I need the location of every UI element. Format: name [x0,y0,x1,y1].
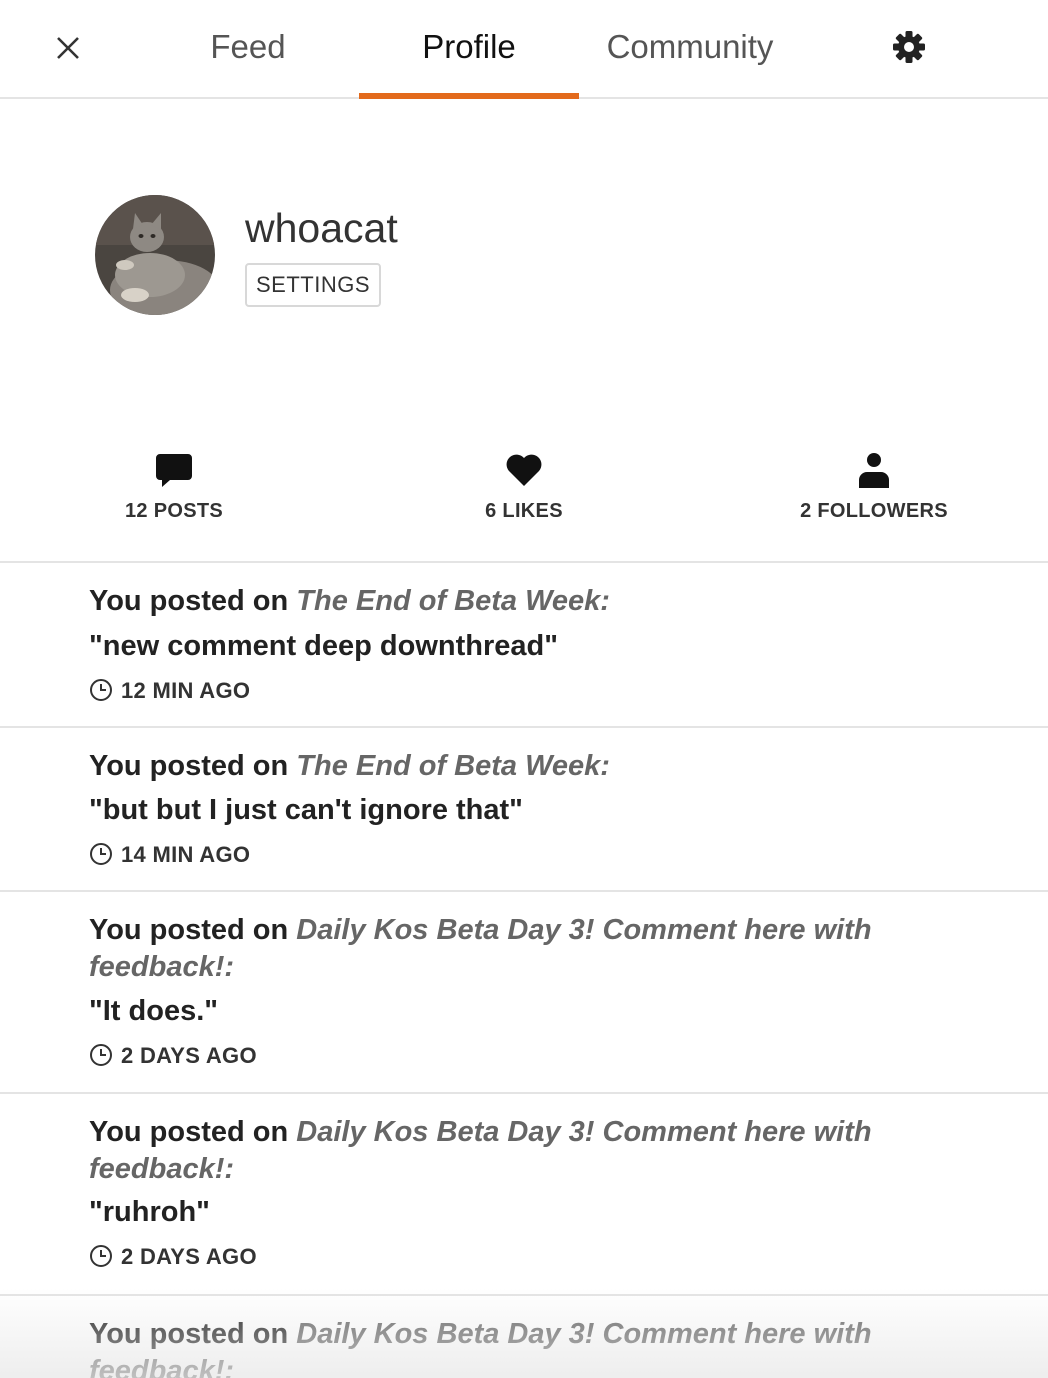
followers-count: 2 FOLLOWERS [800,500,948,522]
stat-followers[interactable]: 2 FOLLOWERS [764,450,984,523]
posts-count: 12 POSTS [125,500,223,522]
post-title-link[interactable]: The End of Beta Week: [296,585,610,617]
activity-prefix: You posted on [89,585,297,617]
activity-item[interactable]: You posted on The End of Beta Week: "but… [0,728,1048,892]
timestamp-text: 14 MIN AGO [121,842,251,867]
clock-icon [90,843,112,865]
activity-item[interactable]: You posted on Daily Kos Beta Day 3! Comm… [0,892,1048,1094]
activity-prefix: You posted on [89,914,297,946]
timestamp: 14 MIN AGO [89,842,250,868]
settings-gear-button[interactable] [892,30,926,64]
clock-icon [90,679,112,701]
timestamp: 2 DAYS AGO [89,1043,257,1069]
activity-prefix: You posted on [89,750,297,782]
top-nav: Feed Profile Community [0,0,1048,99]
tab-profile[interactable]: Profile [359,28,579,66]
clock-icon [90,1245,112,1267]
activity-prefix: You posted on [89,1318,297,1350]
close-icon [57,37,79,59]
stat-posts[interactable]: 12 POSTS [64,450,284,523]
comment-icon [156,454,192,487]
activity-headline: You posted on Daily Kos Beta Day 3! Comm… [89,912,889,986]
gear-icon [893,31,925,63]
post-title-link[interactable]: The End of Beta Week: [296,750,610,782]
activity-headline: You posted on Daily Kos Beta Day 3! Comm… [89,1114,889,1188]
comment-text: "new comment deep downthread" [89,630,558,662]
activity-headline: You posted on The End of Beta Week: [89,748,889,785]
activity-item[interactable]: You posted on Daily Kos Beta Day 3! Comm… [0,1094,1048,1296]
activity-headline: You posted on Daily Kos Beta Day 3! Comm… [89,1316,889,1378]
username: whoacat [245,205,398,251]
clock-icon [90,1044,112,1066]
timestamp-text: 2 DAYS AGO [121,1043,257,1068]
comment-text: "ruhroh" [89,1196,210,1228]
settings-button[interactable]: SETTINGS [245,263,382,307]
close-button[interactable] [50,30,86,66]
stat-likes[interactable]: 6 LIKES [414,450,634,523]
tab-feed[interactable]: Feed [190,28,306,66]
timestamp: 2 DAYS AGO [89,1244,257,1270]
avatar[interactable] [95,195,215,315]
activity-prefix: You posted on [89,1116,297,1148]
avatar-cat-photo [95,195,215,315]
activity-item[interactable]: You posted on The End of Beta Week: "new… [0,563,1048,728]
comment-text: "but but I just can't ignore that" [89,794,523,826]
tab-community[interactable]: Community [590,28,790,66]
activity-headline: You posted on The End of Beta Week: [89,583,889,620]
timestamp: 12 MIN AGO [89,678,250,704]
comment-text: "It does." [89,995,219,1027]
likes-count: 6 LIKES [485,500,563,522]
timestamp-text: 12 MIN AGO [121,678,251,703]
heart-icon [506,454,542,486]
person-icon [859,453,889,488]
active-tab-indicator [359,93,579,99]
timestamp-text: 2 DAYS AGO [121,1244,257,1269]
activity-item[interactable]: You posted on Daily Kos Beta Day 3! Comm… [0,1296,1048,1378]
